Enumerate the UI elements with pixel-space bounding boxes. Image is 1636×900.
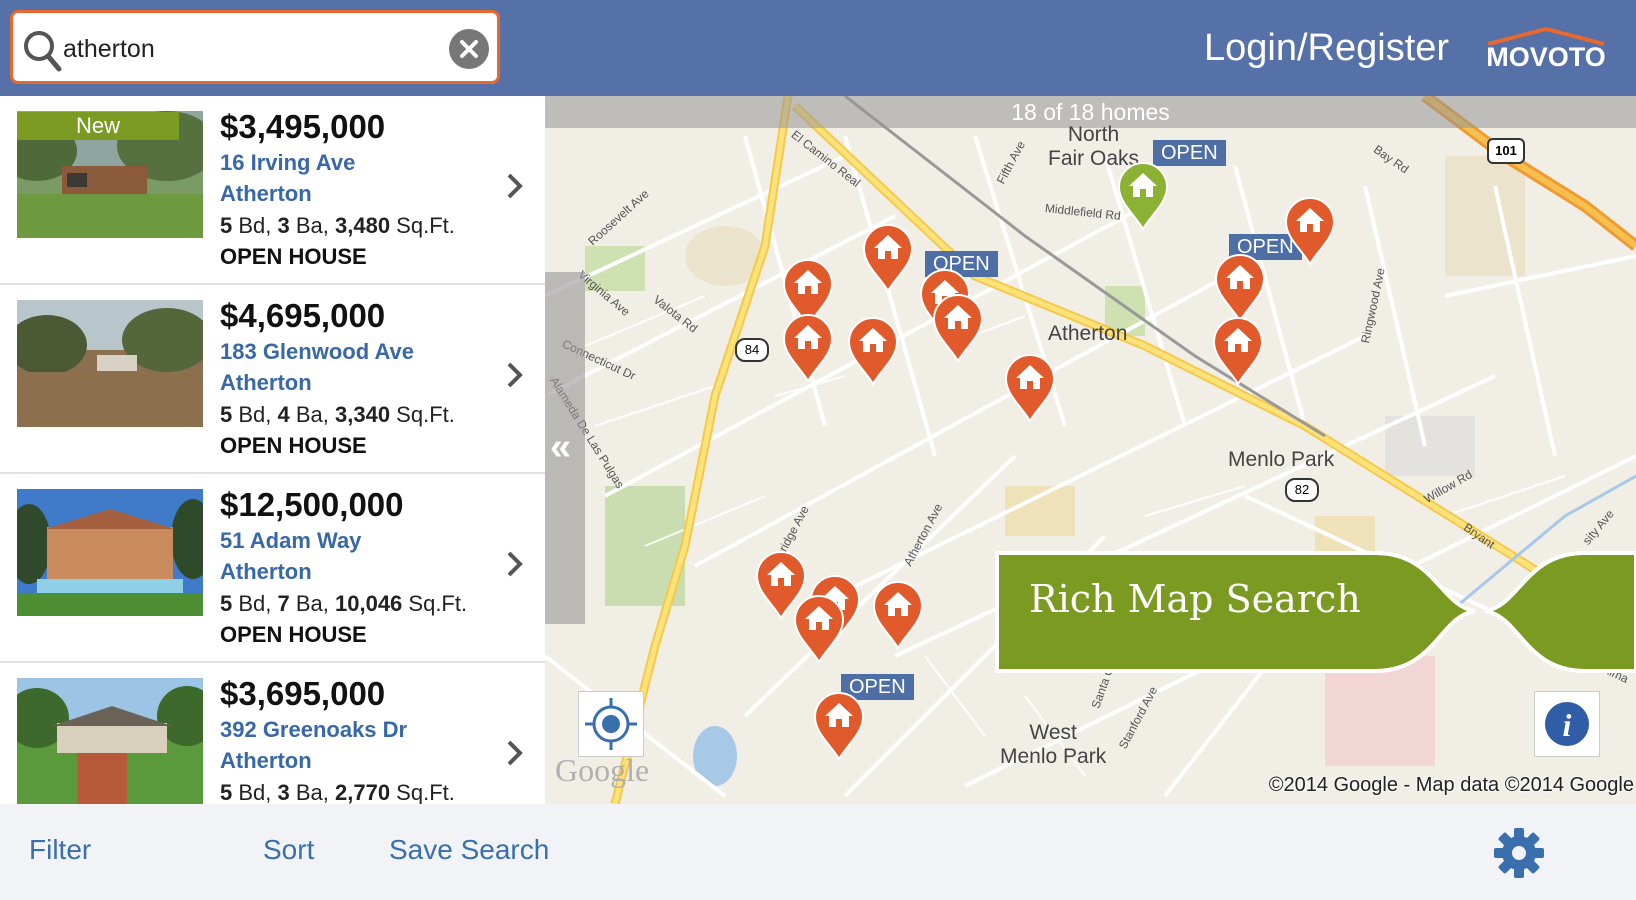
place-label-west-menlo-park: West Menlo Park — [1000, 721, 1107, 768]
chevron-right-icon[interactable] — [505, 547, 525, 581]
place-label-menlo-park: Menlo Park — [1228, 448, 1335, 471]
info-button[interactable]: i — [1534, 691, 1600, 757]
route-shield-84: 84 — [735, 338, 769, 362]
login-register-link[interactable]: Login/Register — [1204, 26, 1449, 70]
route-shield-82: 82 — [1285, 478, 1319, 502]
home-map-pin[interactable] — [845, 314, 901, 386]
open-house-map-pin[interactable] — [1115, 159, 1171, 231]
info-icon: i — [1545, 702, 1589, 746]
listing-city[interactable]: Atherton — [220, 181, 312, 207]
new-badge: New — [17, 112, 179, 140]
listing-item[interactable]: $4,695,000 183 Glenwood Ave Atherton 5 B… — [0, 285, 545, 474]
place-label-atherton: Atherton — [1048, 322, 1128, 345]
listing-specs: 5 Bd, 7 Ba, 10,046 Sq.Ft. — [220, 591, 468, 616]
save-search-button[interactable]: Save Search — [389, 834, 549, 866]
search-input[interactable] — [61, 25, 455, 73]
listing-city[interactable]: Atherton — [220, 370, 312, 396]
map-copyright: ©2014 Google - Map data ©2014 Google — [1268, 774, 1634, 796]
listing-specs: 5 Bd, 4 Ba, 3,340 Sq.Ft. — [220, 402, 455, 427]
clear-search-button[interactable] — [449, 29, 489, 69]
open-house-label: OPEN HOUSE — [220, 433, 367, 458]
collapse-list-button[interactable]: « — [545, 272, 585, 624]
open-house-label: OPEN HOUSE — [220, 622, 367, 647]
chevron-right-icon[interactable] — [505, 358, 525, 392]
map-view[interactable]: 18 of 18 homes North Fair Oaks Atherton M… — [545, 96, 1636, 804]
listing-photo — [17, 678, 203, 804]
crosshair-icon — [585, 698, 637, 750]
listing-photo — [17, 300, 203, 427]
home-map-pin[interactable] — [791, 592, 847, 664]
search-box[interactable] — [10, 10, 500, 84]
listing-specs: 5 Bd, 3 Ba, 2,770 Sq.Ft. — [220, 780, 455, 804]
gear-icon — [1494, 828, 1544, 878]
google-logo: Google — [555, 752, 650, 788]
svg-text:i: i — [1563, 707, 1572, 743]
home-map-pin[interactable] — [1282, 194, 1338, 266]
home-map-pin[interactable] — [1210, 314, 1266, 386]
listing-price: $12,500,000 — [220, 486, 404, 523]
home-map-pin[interactable] — [811, 689, 867, 761]
double-chevron-left-icon: « — [550, 426, 572, 468]
listing-item[interactable]: $3,695,000 392 Greenoaks Dr Atherton 5 B… — [0, 663, 545, 804]
listing-item[interactable]: New $3,495,000 16 Irving Ave Atherton 5 … — [0, 96, 545, 285]
listing-price: $4,695,000 — [220, 297, 386, 334]
listing-street[interactable]: 392 Greenoaks Dr — [220, 717, 407, 743]
search-icon — [24, 31, 62, 72]
home-map-pin[interactable] — [870, 578, 926, 650]
app-header: Login/Register MOVOTO — [0, 0, 1636, 96]
settings-button[interactable] — [1492, 826, 1546, 880]
close-icon — [460, 40, 478, 58]
listing-item[interactable]: $12,500,000 51 Adam Way Atherton 5 Bd, 7… — [0, 474, 545, 663]
bottom-action-bar: Filter Sort Save Search — [0, 804, 1636, 900]
listing-price: $3,695,000 — [220, 675, 386, 712]
home-map-pin[interactable] — [1002, 351, 1058, 423]
filter-button[interactable]: Filter — [29, 834, 91, 866]
listing-price: $3,495,000 — [220, 108, 386, 145]
listing-street[interactable]: 16 Irving Ave — [220, 150, 355, 176]
route-shield-101: 101 — [1487, 138, 1525, 164]
listing-city[interactable]: Atherton — [220, 559, 312, 585]
listing-street[interactable]: 51 Adam Way — [220, 528, 361, 554]
open-house-label: OPEN HOUSE — [220, 244, 367, 269]
listing-specs: 5 Bd, 3 Ba, 3,480 Sq.Ft. — [220, 213, 455, 238]
chevron-right-icon[interactable] — [505, 169, 525, 203]
movoto-logo[interactable]: MOVOTO — [1482, 26, 1610, 74]
listing-panel[interactable]: New $3,495,000 16 Irving Ave Atherton 5 … — [0, 96, 545, 804]
home-map-pin[interactable] — [860, 221, 916, 293]
home-map-pin[interactable] — [780, 311, 836, 383]
promo-text: Rich Map Search — [1029, 577, 1361, 621]
listing-city[interactable]: Atherton — [220, 748, 312, 774]
logo-text: MOVOTO — [1486, 42, 1606, 72]
home-map-pin[interactable] — [1212, 251, 1268, 323]
sort-button[interactable]: Sort — [263, 834, 314, 866]
listing-photo — [17, 489, 203, 616]
chevron-right-icon[interactable] — [505, 736, 525, 770]
home-map-pin[interactable] — [930, 291, 986, 363]
my-location-button[interactable] — [578, 691, 644, 757]
listing-street[interactable]: 183 Glenwood Ave — [220, 339, 414, 365]
rich-map-search-banner[interactable]: Rich Map Search — [995, 551, 1636, 673]
